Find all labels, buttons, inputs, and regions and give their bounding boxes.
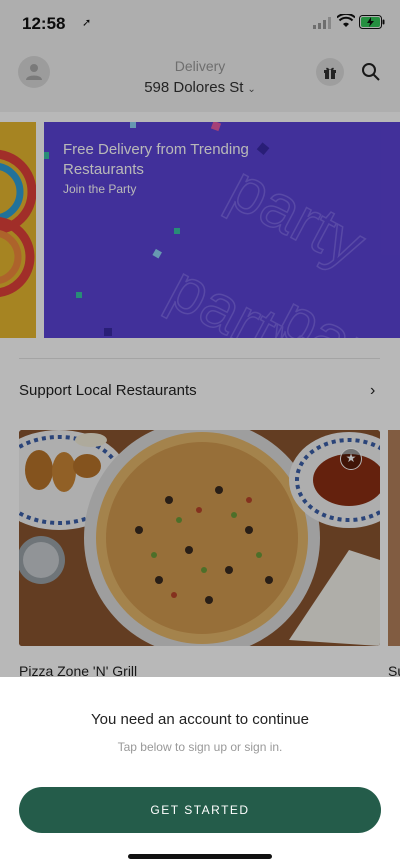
modal-overlay[interactable] bbox=[0, 0, 400, 677]
sheet-title: You need an account to continue bbox=[91, 711, 309, 728]
account-required-sheet: You need an account to continue Tap belo… bbox=[0, 677, 400, 866]
get-started-button[interactable]: GET STARTED bbox=[19, 787, 381, 833]
sheet-subtitle: Tap below to sign up or sign in. bbox=[117, 740, 283, 754]
home-indicator[interactable] bbox=[128, 854, 272, 859]
